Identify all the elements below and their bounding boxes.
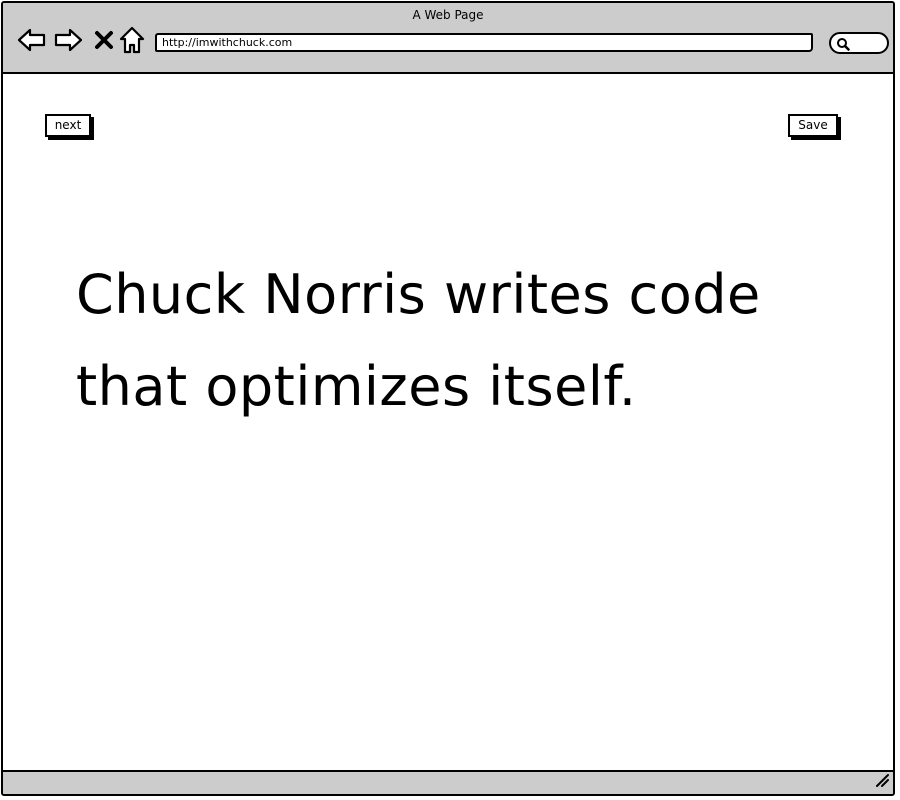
resize-grip[interactable] [875,772,889,791]
status-bar [3,770,893,794]
close-icon [95,31,113,49]
search-box[interactable] [829,32,889,54]
browser-window: A Web Page http://imwithchuck.com next S… [1,1,895,796]
back-button[interactable] [17,25,47,55]
browser-titlebar: A Web Page http://imwithchuck.com [3,3,893,74]
address-bar[interactable]: http://imwithchuck.com [155,33,813,52]
resize-grip-icon [876,774,889,787]
forward-button[interactable] [53,25,83,55]
window-title: A Web Page [412,8,484,22]
stop-button[interactable] [89,25,119,55]
quote-text: Chuck Norris writes code that optimizes … [76,263,761,418]
back-arrow-icon [17,28,46,52]
save-button[interactable]: Save [788,114,838,137]
home-icon [119,26,145,54]
search-icon [837,38,850,51]
page-content: next Save Chuck Norris writes code that … [3,74,893,773]
forward-arrow-icon [54,28,83,52]
home-button[interactable] [117,25,147,55]
next-button[interactable]: next [45,114,91,137]
